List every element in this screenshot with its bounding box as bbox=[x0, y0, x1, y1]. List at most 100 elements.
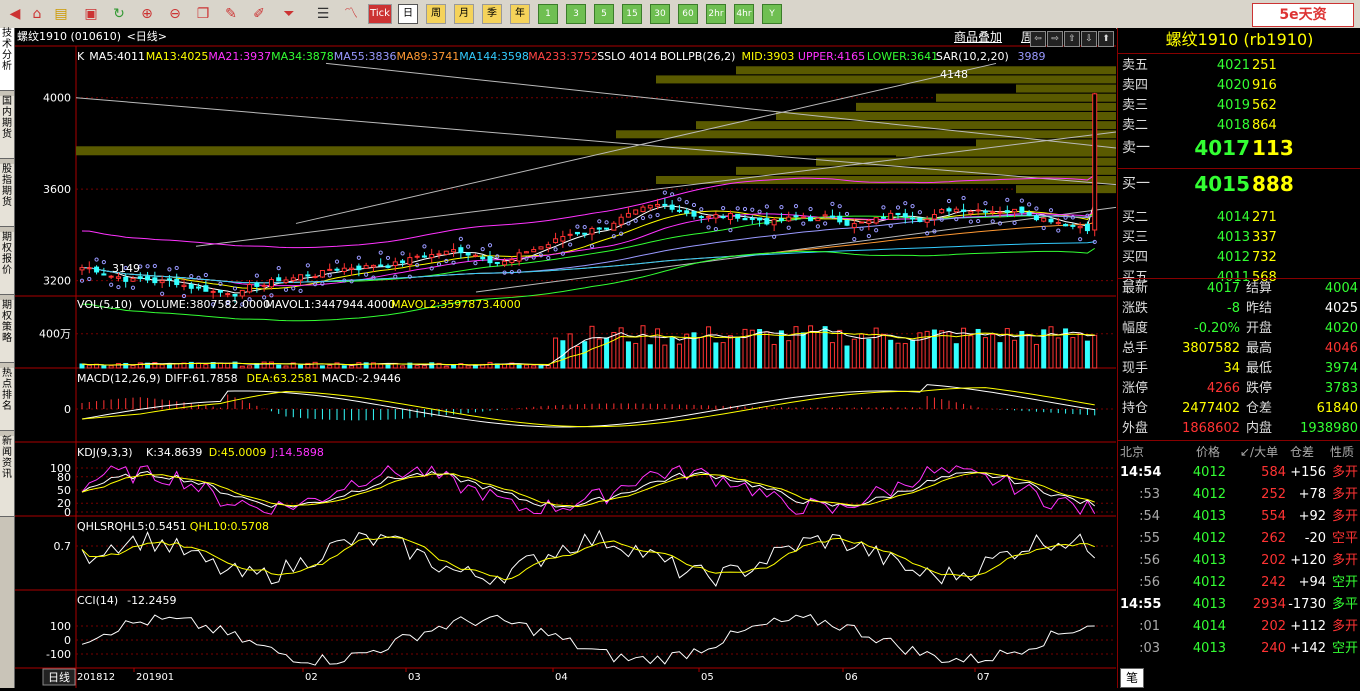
period-button-6[interactable]: 1 bbox=[538, 4, 558, 24]
ask-label: 卖四 bbox=[1122, 78, 1149, 93]
overlay-link[interactable]: 商品叠加 bbox=[954, 28, 1002, 46]
period-button-4[interactable]: 季 bbox=[482, 4, 502, 24]
tick-volume: 202 bbox=[1261, 553, 1286, 568]
candle-body bbox=[451, 249, 457, 253]
sar-dot bbox=[517, 269, 522, 274]
period-button-9[interactable]: 15 bbox=[622, 4, 642, 24]
stat-row: 涨跌 -8 昨结 4025 bbox=[1122, 299, 1358, 319]
tick-diff: +94 bbox=[1298, 575, 1326, 590]
period-button-11[interactable]: 60 bbox=[678, 4, 698, 24]
candle-body bbox=[407, 257, 413, 265]
home-icon[interactable]: ⌂ bbox=[28, 5, 46, 23]
left-tab-1[interactable]: 技术分析 bbox=[0, 28, 14, 91]
sar-dot bbox=[203, 272, 208, 278]
period-button-5[interactable]: 年 bbox=[510, 4, 530, 24]
filter-icon[interactable]: ⏷ bbox=[280, 5, 298, 23]
candle-body bbox=[924, 218, 930, 223]
window-icon[interactable]: ❐ bbox=[194, 5, 212, 23]
left-tab-3[interactable]: 股指期货 bbox=[0, 164, 14, 227]
zoom-out-icon[interactable]: ⊖ bbox=[166, 5, 184, 23]
bid-volume: 337 bbox=[1252, 230, 1277, 245]
candle-body bbox=[247, 284, 253, 293]
line-chart-icon[interactable]: 〽 bbox=[342, 5, 360, 23]
bid-volume: 271 bbox=[1252, 210, 1277, 225]
indicator-label: MA34:3878 bbox=[271, 50, 334, 63]
left-tab-4[interactable]: 期权报价 bbox=[0, 232, 14, 295]
period-button-12[interactable]: 2hr bbox=[706, 4, 726, 24]
candle-body bbox=[800, 216, 806, 219]
period-button-2[interactable]: 周 bbox=[426, 4, 446, 24]
candle-body bbox=[713, 214, 719, 219]
period-button-1[interactable]: 日 bbox=[398, 4, 418, 24]
candle-body bbox=[611, 222, 617, 231]
date-label: 04 bbox=[555, 672, 568, 683]
tick-button[interactable]: Tick bbox=[368, 4, 392, 24]
left-tab-5[interactable]: 期权策略 bbox=[0, 300, 14, 363]
period-button-3[interactable]: 月 bbox=[454, 4, 474, 24]
left-tab-6[interactable]: 热点排名 bbox=[0, 368, 14, 431]
bid-row[interactable]: 买四 4012 732 bbox=[1122, 248, 1358, 268]
tab-tick-detail[interactable]: 笔 bbox=[1120, 668, 1144, 688]
volume-bar bbox=[1026, 334, 1032, 369]
candle-body bbox=[137, 276, 143, 279]
bid-row[interactable]: 买一 4015 888 bbox=[1122, 174, 1358, 194]
sar-dot bbox=[1078, 237, 1083, 242]
ask-row[interactable]: 卖一 4017 113 bbox=[1122, 138, 1358, 158]
indicator-label: MACD(12,26,9) bbox=[77, 372, 161, 385]
period-button-10[interactable]: 30 bbox=[650, 4, 670, 24]
volume-bar bbox=[1092, 334, 1098, 369]
ask-row[interactable]: 卖三 4019 562 bbox=[1122, 96, 1358, 116]
back-icon[interactable]: ◀ bbox=[6, 5, 24, 23]
bid-row[interactable]: 买三 4013 337 bbox=[1122, 228, 1358, 248]
candle-body bbox=[349, 267, 355, 270]
candle-body bbox=[188, 284, 194, 289]
nav-up-icon[interactable]: ⇧ bbox=[1064, 31, 1080, 47]
period-button-13[interactable]: 4hr bbox=[734, 4, 754, 24]
stat-label: 内盘 bbox=[1246, 421, 1273, 436]
table-icon[interactable]: ☰ bbox=[314, 5, 332, 23]
nav-down-icon[interactable]: ⇩ bbox=[1081, 31, 1097, 47]
nav-top-icon[interactable]: ⬆ bbox=[1098, 31, 1114, 47]
nav-left-icon[interactable]: ⇦ bbox=[1030, 31, 1046, 47]
indicator-label: K bbox=[77, 50, 85, 63]
period-button-14[interactable]: Y bbox=[762, 4, 782, 24]
left-tab-2[interactable]: 国内期货 bbox=[0, 96, 14, 159]
volume-bar bbox=[349, 365, 355, 369]
brush-icon[interactable]: ✐ bbox=[250, 5, 268, 23]
ask-row[interactable]: 卖四 4020 916 bbox=[1122, 76, 1358, 96]
tick-time: :01 bbox=[1139, 619, 1160, 634]
sar-dot bbox=[895, 205, 901, 210]
toolbar: ◀ ⌂ ▤ ▣ ↻ ⊕ ⊖ ❐ ✎ ✐ ⏷ ☰ 〽 Tick 日周月季年1351… bbox=[0, 0, 1360, 29]
nav-right-icon[interactable]: ⇨ bbox=[1047, 31, 1063, 47]
stat-label: 外盘 bbox=[1122, 421, 1149, 436]
candle-body bbox=[553, 238, 559, 244]
period-button-7[interactable]: 3 bbox=[566, 4, 586, 24]
ask-volume: 916 bbox=[1252, 78, 1277, 93]
sar-dot bbox=[589, 244, 595, 249]
zoom-in-icon[interactable]: ⊕ bbox=[138, 5, 156, 23]
candle-body bbox=[1055, 221, 1061, 225]
volume-bar bbox=[86, 364, 92, 369]
sar-dot bbox=[808, 206, 813, 212]
sar-dot bbox=[801, 221, 806, 226]
tick-nature: 空开 bbox=[1331, 575, 1358, 590]
tick-price: 4013 bbox=[1192, 641, 1226, 656]
ask-row[interactable]: 卖二 4018 864 bbox=[1122, 116, 1358, 136]
indicator-label: CCI(14) bbox=[77, 594, 118, 607]
kline-chart[interactable]: K MA5:4011 MA13:4025 MA21:3937 MA34:3878 MA55… bbox=[15, 28, 1117, 688]
stat-label: 总手 bbox=[1122, 341, 1149, 356]
bid-row[interactable]: 买二 4014 271 bbox=[1122, 208, 1358, 228]
indicator-label: DIFF:61.7858 bbox=[165, 372, 238, 385]
chart-area[interactable]: K MA5:4011 MA13:4025 MA21:3937 MA34:3878 MA55… bbox=[15, 28, 1117, 688]
draw-pencil-icon[interactable]: ✎ bbox=[222, 5, 240, 23]
sar-dot bbox=[560, 251, 565, 256]
ask-row[interactable]: 卖五 4021 251 bbox=[1122, 56, 1358, 76]
candle-body bbox=[421, 255, 427, 258]
sar-dot bbox=[626, 221, 631, 226]
f10-icon[interactable]: ▣ bbox=[82, 5, 100, 23]
refresh-icon[interactable]: ↻ bbox=[110, 5, 128, 23]
period-button-8[interactable]: 5 bbox=[594, 4, 614, 24]
left-tab-7[interactable]: 新闻资讯 bbox=[0, 436, 14, 517]
notebook-icon[interactable]: ▤ bbox=[52, 5, 70, 23]
candle-body bbox=[655, 203, 661, 207]
